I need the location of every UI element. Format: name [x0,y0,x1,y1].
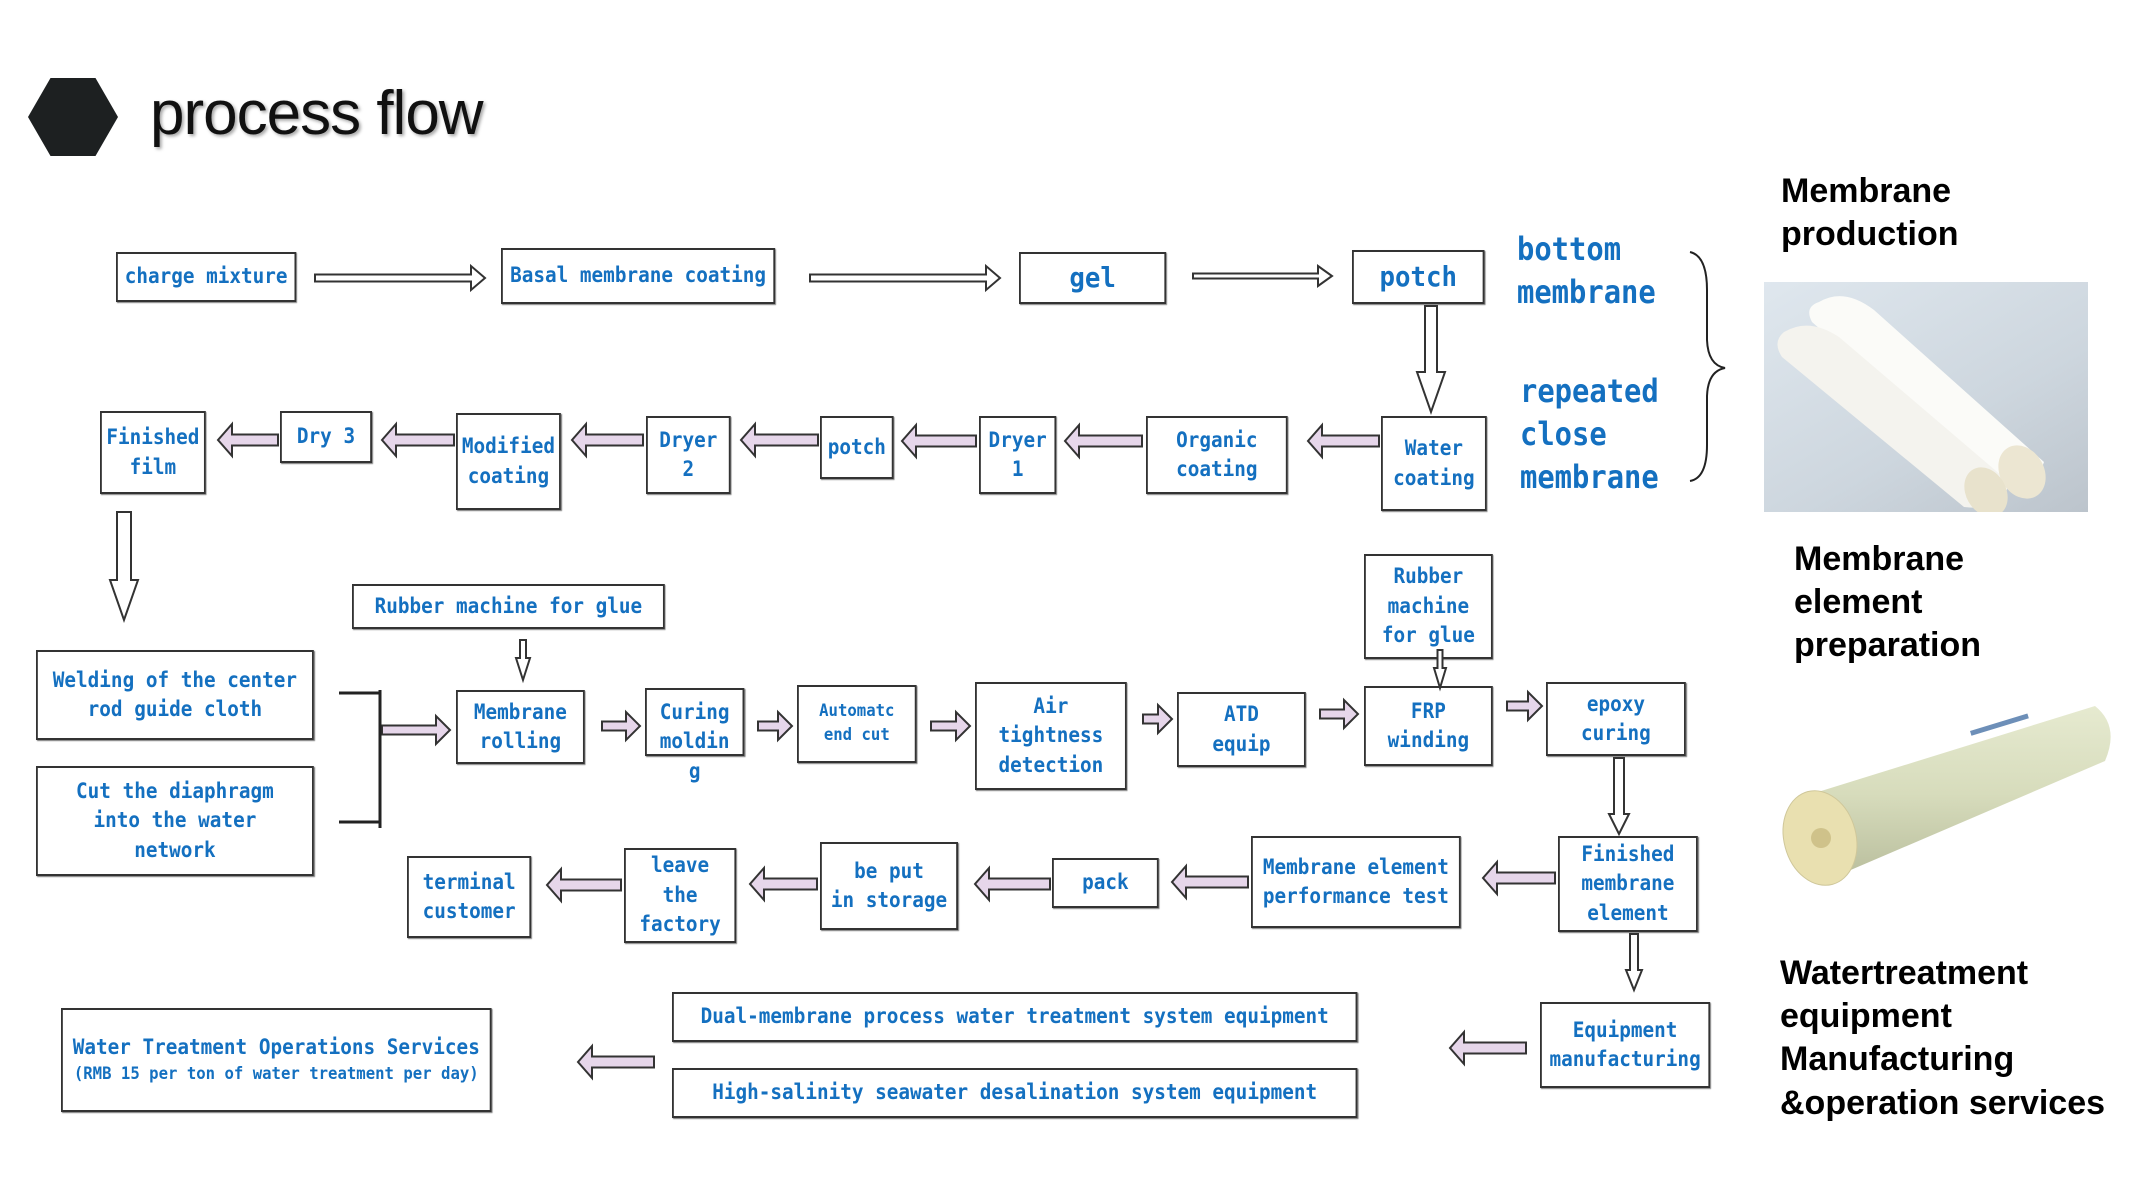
system-dual-membrane: Dual-membrane process water treatment sy… [672,992,1358,1042]
system-high-salinity: High-salinity seawater desalination syst… [672,1068,1358,1118]
flow-arrow [545,866,622,904]
note-repeated-close-membrane: repeated close membrane [1520,372,1659,497]
flow-arrow [748,865,818,903]
input-welding-center-rod: Welding of the center rod guide cloth [36,650,314,740]
step-water-coating: Water coating [1381,416,1487,511]
flow-arrow [576,1043,655,1081]
arrow-potch-to-water-coating [1415,305,1447,416]
step-pack: pack [1052,858,1159,908]
flow-arrow [1448,1029,1527,1067]
flow-arrow [973,865,1051,903]
step-gel: gel [1019,252,1167,304]
curly-brace-icon [1689,251,1726,482]
section-label-water-treatment: Watertreatment equipment Manufacturing &… [1780,954,2106,1122]
flow-arrow [1142,702,1174,736]
step-atd-equip: ATD equip [1177,692,1306,767]
arrow-glue-to-rolling [514,639,532,684]
membrane-rolls-photo [1764,282,2088,512]
step-equipment-manufacturing: Equipment manufacturing [1540,1002,1711,1088]
step-charge-mixture: charge mixture [116,252,297,302]
step-leave-factory: leave the factory [624,848,737,943]
step-modified-coating: Modified coating [456,413,561,510]
step-epoxy-curing: epoxy curing [1546,682,1686,756]
flow-arrow [381,713,452,747]
flow-arrow [1170,863,1249,901]
step-potch-1: potch [1352,250,1485,304]
page-title: process flow [150,79,484,148]
services-note: (RMB 15 per ton of water treatment per d… [73,1063,479,1084]
flow-arrow [900,422,977,460]
step-dryer-1: Dryer 1 [979,416,1057,494]
flow-arrow [1481,859,1556,897]
step-dryer-2: Dryer 2 [646,416,731,494]
arrow-epoxy-to-finished [1607,757,1631,837]
hexagon-bullet-icon [28,78,118,156]
input-rubber-machine-glue-2: Rubber machine for glue [1364,554,1493,659]
flow-arrow [570,421,644,459]
step-automatc-end-cut: Automatc end cut [797,685,917,763]
step-put-in-storage: be put in storage [820,842,958,930]
step-organic-coating: Organic coating [1146,416,1288,494]
step-performance-test: Membrane element performance test [1251,836,1461,928]
input-cut-diaphragm: Cut the diaphragm into the water network [36,766,314,876]
step-finished-film: Finished film [100,411,206,494]
membrane-element-photo [1775,676,2115,906]
flow-arrow [380,421,455,459]
flow-arrow [1063,422,1143,460]
note-bottom-membrane: bottom membrane [1517,230,1656,312]
flow-arrow [739,421,819,459]
section-label-membrane-element-preparation: Membrane element preparation [1794,540,1982,665]
flow-arrow [216,421,279,459]
arrow-film-to-assembly [108,511,140,624]
flow-arrow [1319,697,1360,731]
flow-arrow [314,263,487,293]
flow-arrow [930,709,972,743]
step-frp-winding: FRP winding [1364,686,1493,766]
flow-arrow [1506,689,1544,723]
services-title: Water Treatment Operations Services [72,1035,480,1060]
step-air-tightness-detection: Air tightness detection [975,682,1127,790]
services-box: Water Treatment Operations Services (RMB… [61,1008,492,1112]
input-rubber-machine-glue: Rubber machine for glue [352,584,665,629]
flow-arrow [757,709,794,743]
step-membrane-rolling: Membrane rolling [456,690,585,764]
step-finished-membrane-element: Finished membrane element [1558,836,1698,932]
step-terminal-customer: terminal customer [407,856,532,938]
step-potch-2: potch [820,416,894,479]
arrow-finished-to-equipment [1624,933,1644,993]
flow-arrow [1192,264,1334,288]
flow-arrow [601,709,642,743]
step-basal-membrane-coating: Basal membrane coating [501,248,776,304]
section-label-membrane-production: Membrane production [1781,172,1959,254]
step-dry-3: Dry 3 [280,411,372,463]
flow-arrow [809,263,1002,293]
flow-arrow [1306,422,1380,460]
step-curing-molding: Curing moldin g [645,688,745,783]
